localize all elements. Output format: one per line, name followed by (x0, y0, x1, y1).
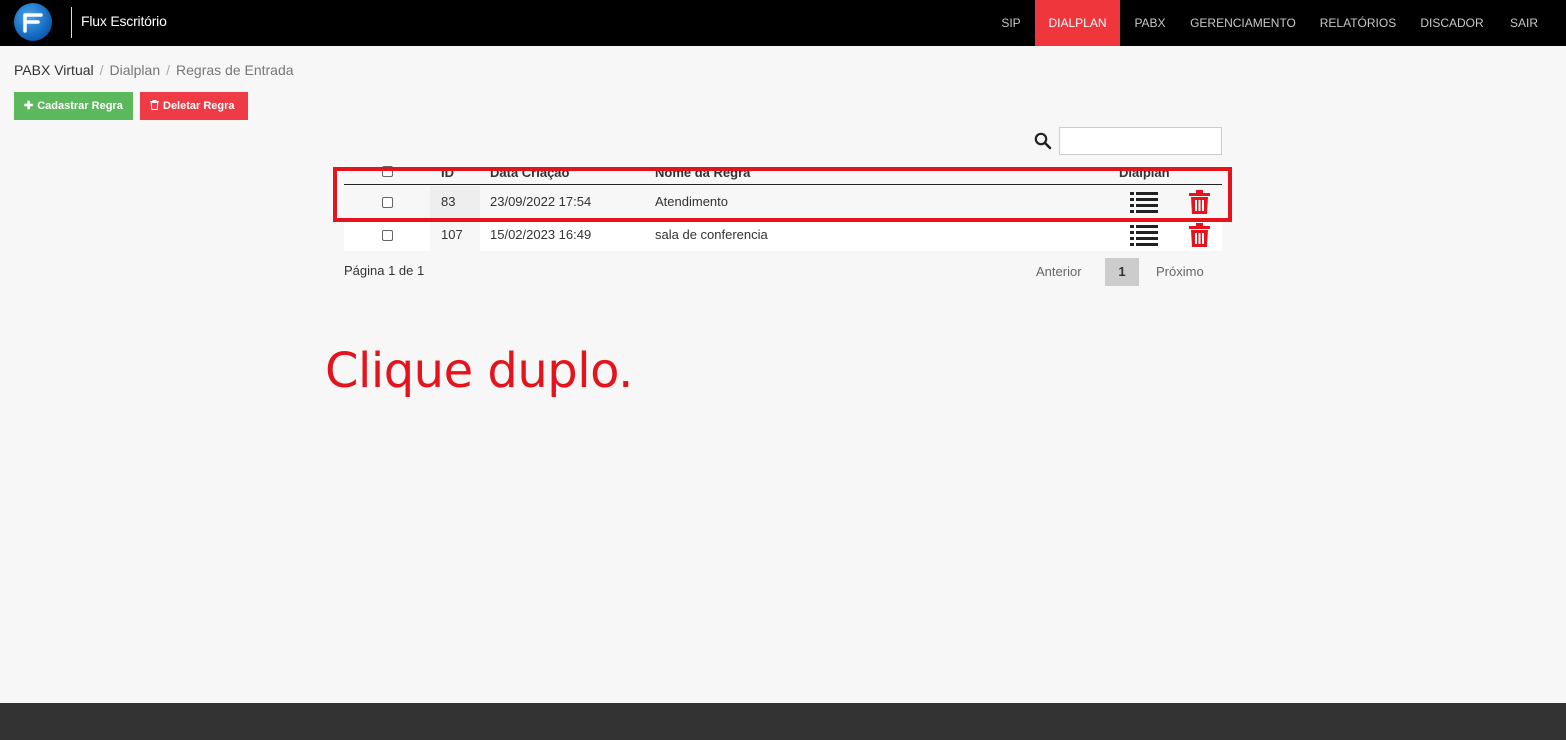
annotation-text: Clique duplo. (325, 343, 633, 399)
pagination-info: Página 1 de 1 (344, 263, 425, 278)
search-icon (1034, 132, 1052, 155)
breadcrumb-item-dialplan[interactable]: Dialplan (110, 62, 161, 78)
row-id: 107 (441, 227, 463, 242)
breadcrumb: PABX Virtual / Dialplan / Regras de Entrada (14, 62, 294, 78)
delete-rule-button[interactable]: Deletar Regra (140, 92, 248, 120)
top-navbar: Flux Escritório SIP DIALPLAN PABX GERENC… (0, 0, 1566, 46)
nav-sip[interactable]: SIP (994, 0, 1028, 46)
plus-icon: ✚ (24, 100, 34, 112)
pagination-prev[interactable]: Anterior (1036, 264, 1082, 279)
breadcrumb-item-pabx[interactable]: PABX Virtual (14, 62, 94, 78)
breadcrumb-separator: / (166, 62, 171, 78)
pagination-current[interactable]: 1 (1105, 258, 1139, 286)
brand-divider (71, 7, 72, 38)
delete-rule-label: Deletar Regra (163, 100, 235, 112)
breadcrumb-separator: / (99, 62, 104, 78)
highlight-box (333, 167, 1232, 222)
nav-gerenciamento[interactable]: GERENCIAMENTO (1187, 0, 1299, 46)
app-title[interactable]: Flux Escritório (81, 13, 167, 29)
add-rule-button[interactable]: ✚ Cadastrar Regra (14, 92, 133, 120)
row-checkbox[interactable] (382, 230, 393, 241)
add-rule-label: Cadastrar Regra (37, 100, 123, 112)
list-icon[interactable] (1130, 224, 1158, 249)
nav-discador[interactable]: DISCADOR (1414, 0, 1490, 46)
row-name: sala de conferencia (655, 227, 768, 242)
nav-sair[interactable]: SAIR (1503, 0, 1545, 46)
footer (0, 703, 1566, 740)
nav-dialplan[interactable]: DIALPLAN (1035, 0, 1120, 46)
pagination-next[interactable]: Próximo (1156, 264, 1204, 279)
breadcrumb-item-current: Regras de Entrada (176, 62, 294, 78)
table-row[interactable]: 107 15/02/2023 16:49 sala de conferencia (344, 219, 1222, 251)
nav-pabx[interactable]: PABX (1128, 0, 1172, 46)
trash-icon[interactable] (1189, 223, 1210, 250)
search-input[interactable] (1059, 127, 1222, 155)
row-date: 15/02/2023 16:49 (490, 227, 592, 242)
trash-icon (150, 92, 159, 120)
logo-icon[interactable] (14, 3, 52, 41)
nav-relatorios[interactable]: RELATÓRIOS (1314, 0, 1402, 46)
